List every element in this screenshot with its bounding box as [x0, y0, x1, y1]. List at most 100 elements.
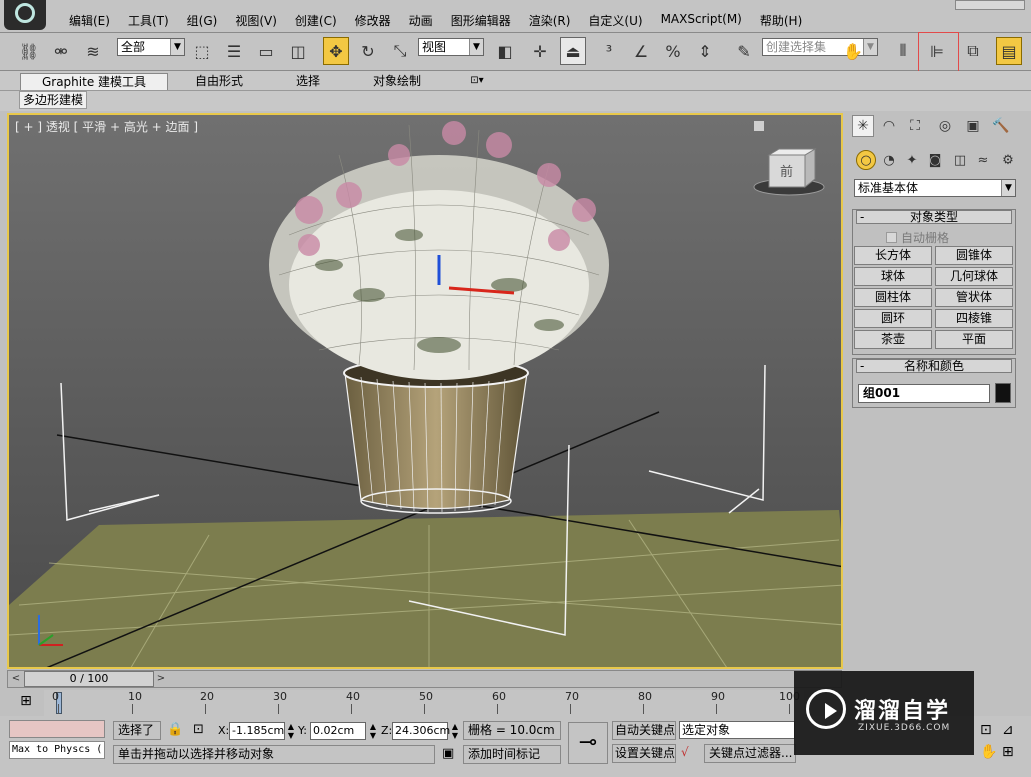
- menu-animation[interactable]: 动画: [400, 12, 442, 29]
- angle-snap-icon[interactable]: ∠: [628, 37, 654, 65]
- time-slider-thumb[interactable]: 0 / 100: [24, 671, 154, 687]
- manipulate-icon[interactable]: ✛: [527, 37, 553, 65]
- selected-object-dropdown[interactable]: 选定对象: [679, 721, 795, 739]
- menu-graph-editors[interactable]: 图形编辑器: [442, 12, 520, 29]
- unlink-icon[interactable]: ⚮: [48, 37, 74, 65]
- lock-icon[interactable]: 🔒: [167, 721, 183, 740]
- select-by-name-icon[interactable]: ☰: [221, 37, 247, 65]
- sphere-button[interactable]: 球体: [854, 267, 932, 286]
- name-color-header[interactable]: - 名称和颜色: [856, 359, 1012, 373]
- object-category-dropdown[interactable]: 标准基本体 ▼: [854, 179, 1016, 197]
- ref-coord-dropdown[interactable]: 视图 ▼: [418, 38, 484, 56]
- tube-button[interactable]: 管状体: [935, 288, 1013, 307]
- menu-modifiers[interactable]: 修改器: [346, 12, 400, 29]
- key-filters-button[interactable]: 关键点过滤器...: [704, 744, 796, 763]
- utilities-tab-icon[interactable]: 🔨: [990, 115, 1012, 137]
- mirror-icon[interactable]: ⫴: [890, 37, 916, 65]
- geosphere-button[interactable]: 几何球体: [935, 267, 1013, 286]
- set-key-icon[interactable]: ⊸: [568, 722, 608, 764]
- teapot-button[interactable]: 茶壶: [854, 330, 932, 349]
- scale-icon[interactable]: ⤡: [387, 37, 413, 65]
- field-of-view-icon[interactable]: ⊿: [1002, 722, 1014, 738]
- object-name-field[interactable]: 组001: [858, 384, 990, 403]
- geometry-icon[interactable]: ○: [856, 150, 876, 170]
- menu-help[interactable]: 帮助(H): [751, 12, 811, 29]
- move-icon[interactable]: ✥: [323, 37, 349, 65]
- keyboard-shortcut-icon[interactable]: ⏏: [560, 37, 586, 65]
- cameras-icon[interactable]: ◙: [925, 150, 945, 170]
- app-logo-button[interactable]: [4, 0, 46, 30]
- rotate-icon[interactable]: ↻: [355, 37, 381, 65]
- shapes-icon[interactable]: ◔: [879, 150, 899, 170]
- tab-polygon-modeling[interactable]: 多边形建模: [19, 91, 87, 109]
- graphite-toggle-icon[interactable]: ▤: [996, 37, 1022, 65]
- tab-freeform[interactable]: 自由形式: [174, 73, 264, 90]
- time-slider[interactable]: < 0 / 100 >: [7, 670, 842, 688]
- menu-edit[interactable]: 编辑(E): [60, 12, 119, 29]
- display-tab-icon[interactable]: ▣: [962, 115, 984, 137]
- percent-snap-icon[interactable]: %: [660, 37, 686, 65]
- prev-frame-icon[interactable]: <: [9, 672, 23, 686]
- create-tab-icon[interactable]: ✳: [852, 115, 874, 137]
- cone-button[interactable]: 圆锥体: [935, 246, 1013, 265]
- maxscript-listener-input[interactable]: Max to Physcs (: [9, 741, 105, 759]
- tab-graphite-modeling[interactable]: Graphite 建模工具: [20, 73, 168, 90]
- menu-customize[interactable]: 自定义(U): [579, 12, 651, 29]
- perspective-viewport[interactable]: 前 [ + ] 透视 [ 平滑 + 高光 + 边面 ]: [7, 113, 843, 669]
- bind-spacewarp-icon[interactable]: ≋: [80, 37, 106, 65]
- viewport-label[interactable]: [ + ] 透视 [ 平滑 + 高光 + 边面 ]: [15, 118, 198, 135]
- set-key-button[interactable]: 设置关键点: [612, 744, 676, 763]
- menu-group[interactable]: 组(G): [178, 12, 227, 29]
- systems-icon[interactable]: ⚙: [998, 150, 1018, 170]
- object-type-header[interactable]: - 对象类型: [856, 210, 1012, 224]
- z-coord-field[interactable]: 24.306cm: [392, 722, 450, 740]
- x-spinner[interactable]: ▲ ▼: [287, 722, 295, 740]
- z-spinner[interactable]: ▲ ▼: [451, 722, 459, 740]
- menu-tools[interactable]: 工具(T): [119, 12, 178, 29]
- search-box[interactable]: [955, 0, 1025, 10]
- lights-icon[interactable]: ✦: [902, 150, 922, 170]
- time-tag-icon[interactable]: ▣: [442, 745, 460, 764]
- box-button[interactable]: 长方体: [854, 246, 932, 265]
- cylinder-button[interactable]: 圆柱体: [854, 288, 932, 307]
- menu-views[interactable]: 视图(V): [226, 12, 286, 29]
- menu-rendering[interactable]: 渲染(R): [520, 12, 580, 29]
- window-crossing-icon[interactable]: ◫: [285, 37, 311, 65]
- spacewarps-icon[interactable]: ≈: [973, 150, 993, 170]
- pan-view-icon[interactable]: ✋: [980, 744, 997, 760]
- tab-object-paint[interactable]: 对象绘制: [352, 73, 442, 90]
- modify-tab-icon[interactable]: ◠: [878, 115, 900, 137]
- motion-tab-icon[interactable]: ◎: [934, 115, 956, 137]
- hierarchy-tab-icon[interactable]: ⛶: [904, 115, 926, 137]
- torus-button[interactable]: 圆环: [854, 309, 932, 328]
- snap-3d-icon[interactable]: ³: [596, 37, 622, 65]
- track-bar[interactable]: 0 10 20 30 40 50 60 70 80 90 100: [44, 690, 804, 716]
- tab-selection[interactable]: 选择: [270, 73, 346, 90]
- auto-key-button[interactable]: 自动关键点: [612, 721, 676, 740]
- menu-create[interactable]: 创建(C): [286, 12, 346, 29]
- absolute-mode-icon[interactable]: ⊡: [193, 721, 211, 740]
- maximize-viewport-icon[interactable]: ⊞: [1002, 744, 1014, 760]
- zoom-extents-icon[interactable]: ⊡: [980, 722, 992, 738]
- selection-filter-dropdown[interactable]: 全部 ▼: [117, 38, 185, 56]
- helpers-icon[interactable]: ◫: [950, 150, 970, 170]
- y-spinner[interactable]: ▲ ▼: [369, 722, 377, 740]
- add-time-tag-button[interactable]: 添加时间标记: [463, 745, 561, 764]
- pyramid-button[interactable]: 四棱锥: [935, 309, 1013, 328]
- select-icon[interactable]: ⬚: [189, 37, 215, 65]
- menu-maxscript[interactable]: MAXScript(M): [652, 12, 751, 29]
- curve-editor-icon[interactable]: ⊞: [14, 693, 38, 711]
- x-coord-field[interactable]: -1.185cm: [229, 722, 285, 740]
- home-icon[interactable]: [754, 121, 764, 131]
- maxscript-listener-output[interactable]: [9, 720, 105, 738]
- edit-named-sel-icon[interactable]: ✎: [731, 37, 757, 65]
- object-color-swatch[interactable]: [995, 383, 1011, 403]
- plane-button[interactable]: 平面: [935, 330, 1013, 349]
- spinner-snap-icon[interactable]: ⇕: [692, 37, 718, 65]
- link-icon[interactable]: ⛓: [16, 37, 42, 65]
- rect-region-icon[interactable]: ▭: [253, 37, 279, 65]
- autogrid-checkbox[interactable]: 自动栅格: [886, 229, 949, 246]
- layer-manager-icon[interactable]: ⧉: [960, 37, 986, 65]
- y-coord-field[interactable]: 0.02cm: [310, 722, 366, 740]
- next-frame-icon[interactable]: >: [154, 672, 168, 686]
